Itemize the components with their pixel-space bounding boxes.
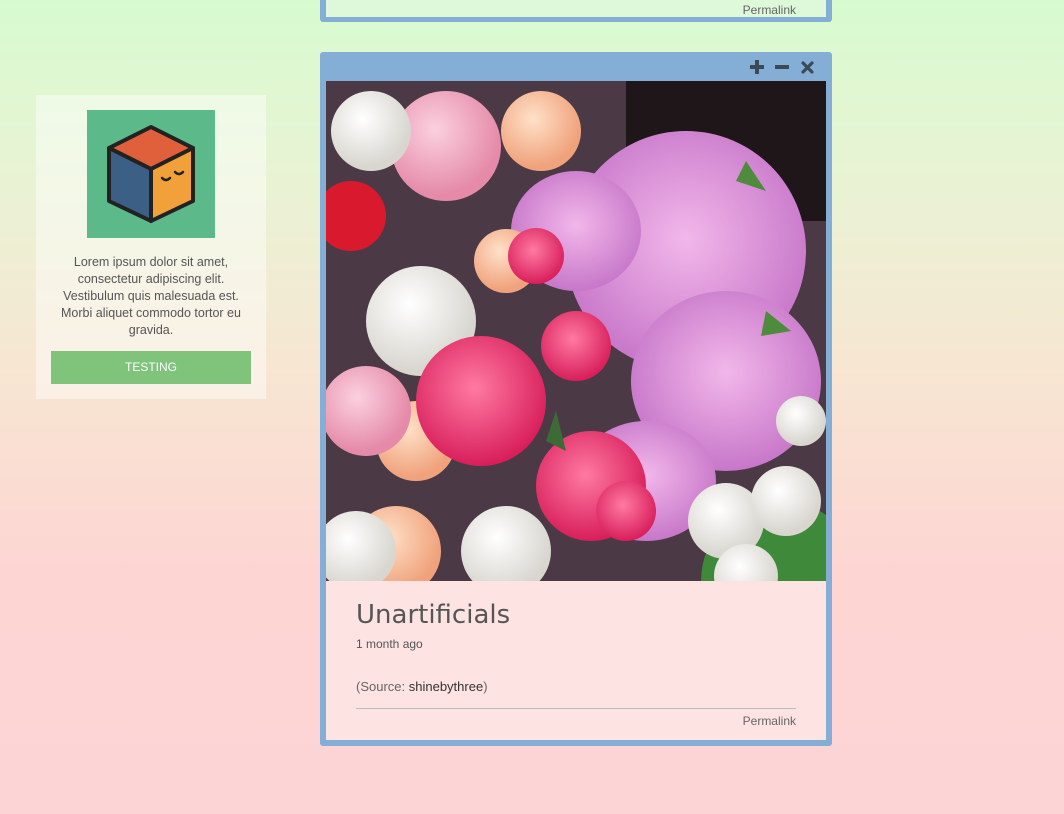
post-title[interactable]: Unartificials [356, 600, 510, 630]
post-content: Unartificials 1 month ago (Source: shine… [326, 581, 826, 740]
sidebar: Lorem ipsum dolor sit amet, consectetur … [36, 95, 266, 399]
expand-icon[interactable] [748, 58, 766, 76]
sleepy-cube-icon [107, 125, 195, 223]
testing-button[interactable]: TESTING [51, 351, 251, 384]
minimize-icon[interactable] [773, 58, 791, 76]
source-suffix: ) [483, 679, 488, 694]
source-prefix: (Source: [356, 679, 409, 694]
post-source: (Source: shinebythree) [356, 679, 488, 694]
divider [356, 708, 796, 709]
avatar[interactable] [87, 110, 215, 238]
permalink-link[interactable]: Permalink [743, 714, 796, 728]
post-timestamp[interactable]: 1 month ago [356, 637, 423, 651]
sidebar-description: Lorem ipsum dolor sit amet, consectetur … [61, 255, 241, 337]
close-icon[interactable] [798, 58, 816, 76]
previous-post-card: Permalink [320, 0, 832, 22]
post-photo[interactable] [326, 81, 826, 581]
flowers-image [326, 81, 826, 581]
previous-permalink-link[interactable]: Permalink [743, 3, 796, 17]
post-card: Unartificials 1 month ago (Source: shine… [320, 52, 832, 746]
previous-post-content: Permalink [326, 0, 826, 17]
source-link[interactable]: shinebythree [409, 679, 483, 694]
